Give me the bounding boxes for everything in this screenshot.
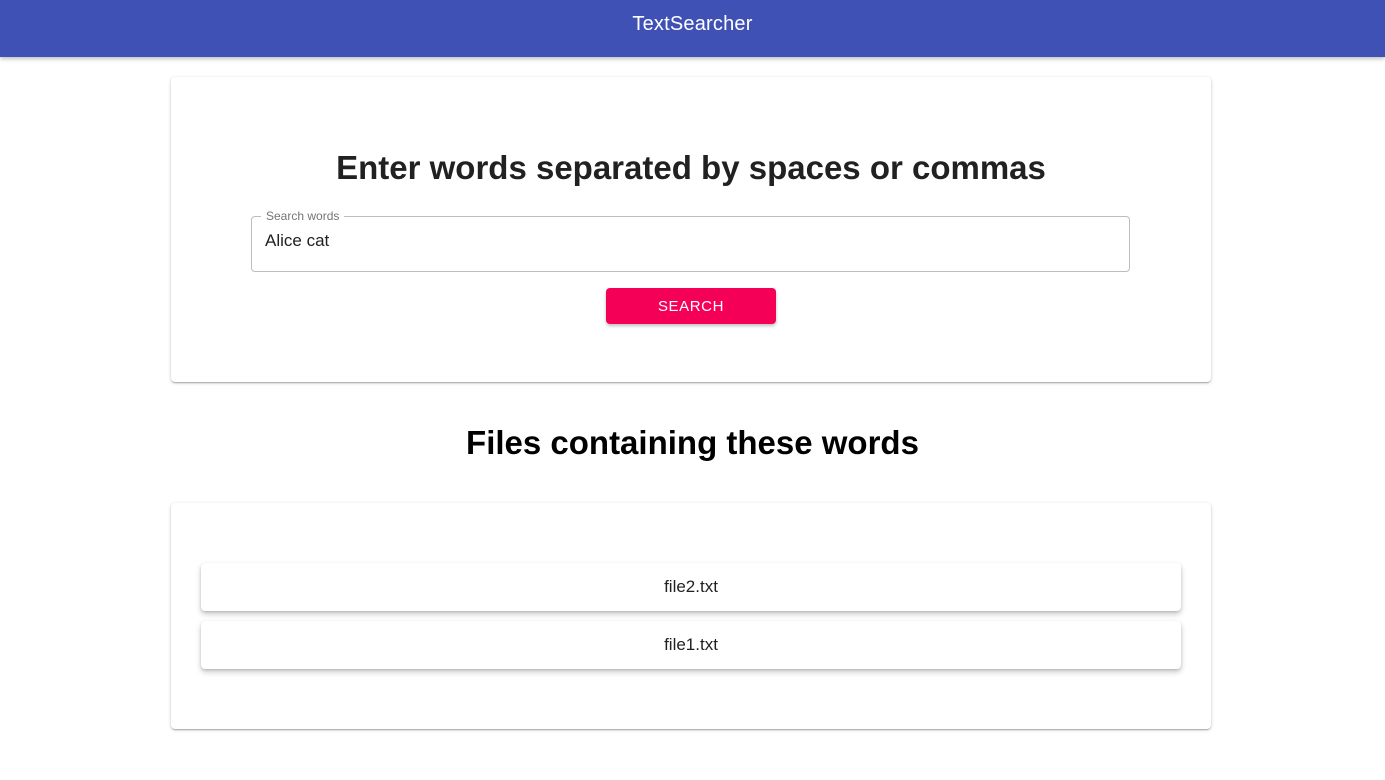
- file-item[interactable]: file1.txt: [201, 621, 1181, 669]
- file-list: file2.txt file1.txt: [201, 563, 1181, 679]
- results-card: file2.txt file1.txt: [171, 503, 1211, 729]
- search-input[interactable]: [265, 231, 1115, 251]
- search-words-label: Search words: [261, 209, 345, 223]
- search-button[interactable]: Search: [606, 288, 776, 324]
- results-heading: Files containing these words: [466, 424, 919, 461]
- search-heading: Enter words separated by spaces or comma…: [336, 149, 1046, 186]
- search-card: Enter words separated by spaces or comma…: [171, 77, 1211, 382]
- search-words-field[interactable]: Search words: [251, 209, 1130, 272]
- app-bar: TextSearcher: [0, 0, 1385, 57]
- app-title: TextSearcher: [632, 13, 753, 35]
- file-item[interactable]: file2.txt: [201, 563, 1181, 611]
